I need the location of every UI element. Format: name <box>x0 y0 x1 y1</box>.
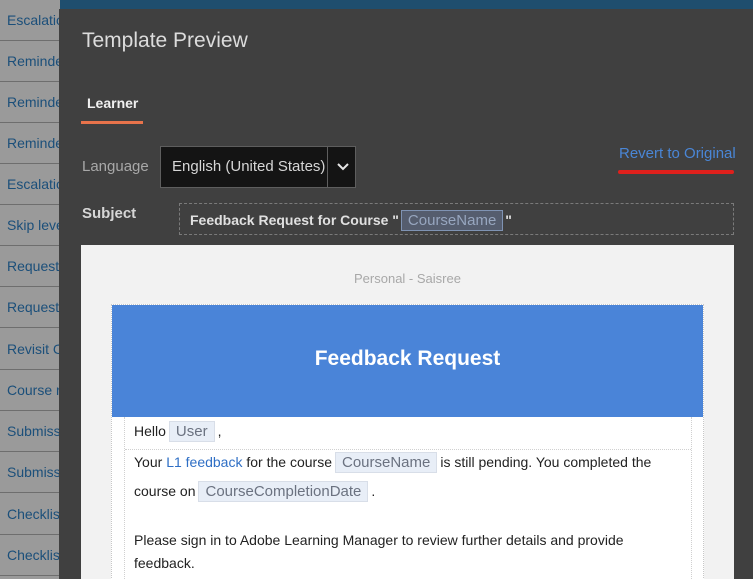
line1-suffix: is still pending. You completed the <box>440 454 652 470</box>
divider <box>125 449 691 450</box>
select-divider <box>327 147 328 187</box>
body-line-1: Your L1 feedback for the course CourseNam… <box>134 452 651 473</box>
list-item[interactable]: Reminder <box>0 123 60 164</box>
list-item[interactable]: Revisit C <box>0 329 60 370</box>
list-item[interactable]: Escalation <box>0 0 60 41</box>
greeting-text: Hello <box>134 423 166 439</box>
language-select[interactable]: English (United States) <box>160 146 356 188</box>
subject-prefix: Feedback Request for Course " <box>190 212 399 228</box>
modal-title: Template Preview <box>82 29 248 52</box>
tab-learner[interactable]: Learner <box>81 93 143 126</box>
body-line-3: Please sign in to Adobe Learning Manager… <box>134 532 624 548</box>
line2-suffix: . <box>371 483 376 499</box>
language-value: English (United States) <box>172 158 326 175</box>
greeting-line: Hello User, <box>134 421 221 442</box>
chevron-down-icon <box>337 163 349 171</box>
subject-label: Subject <box>82 205 137 222</box>
language-label: Language <box>82 158 149 175</box>
email-body: Hello User, Your L1 feedback for the cour… <box>124 417 692 579</box>
list-item[interactable]: Submission <box>0 411 60 452</box>
body-line-4: feedback. <box>134 555 195 571</box>
list-item[interactable]: Checklist <box>0 535 60 576</box>
list-item[interactable]: Checklist <box>0 494 60 535</box>
revert-to-original-link[interactable]: Revert to Original <box>619 145 736 162</box>
email-card: Feedback Request Hello User, Your L1 feed… <box>111 304 704 579</box>
course-completion-date-token[interactable]: CourseCompletionDate <box>198 481 369 502</box>
active-tab-indicator <box>81 121 143 124</box>
list-item[interactable]: Course r <box>0 370 60 411</box>
subject-placeholder-token[interactable]: CourseName <box>400 210 504 231</box>
subject-text: Feedback Request for Course " CourseName " <box>190 210 512 231</box>
list-item[interactable]: Request <box>0 287 60 328</box>
line1-mid: for the course <box>246 454 332 470</box>
list-item[interactable]: Escalation <box>0 164 60 205</box>
subject-suffix: " <box>505 212 512 228</box>
email-banner: Feedback Request <box>112 305 703 417</box>
list-item[interactable]: Submission <box>0 452 60 493</box>
line2-prefix: course on <box>134 483 196 499</box>
list-item[interactable]: Reminder <box>0 41 60 82</box>
email-heading: Feedback Request <box>314 347 501 370</box>
list-item[interactable]: Reminder <box>0 82 60 123</box>
list-item[interactable]: Request <box>0 246 60 287</box>
subject-field[interactable]: Feedback Request for Course " CourseName " <box>179 203 734 235</box>
course-name-token[interactable]: CourseName <box>334 452 438 473</box>
line1-prefix: Your <box>134 454 163 470</box>
user-token[interactable]: User <box>168 421 215 442</box>
greeting-suffix: , <box>217 423 222 439</box>
email-preview: Personal - Saisree Feedback Request Hell… <box>81 245 734 579</box>
email-sender: Personal - Saisree <box>354 271 461 286</box>
body-line-2: course on CourseCompletionDate. <box>134 481 375 502</box>
list-item[interactable]: Skip level <box>0 205 60 246</box>
background-list: Escalation Reminder Reminder Reminder Es… <box>0 0 60 579</box>
tab-label: Learner <box>87 95 139 111</box>
highlight-underline <box>618 170 734 174</box>
l1-feedback-link[interactable]: L1 feedback <box>166 454 242 470</box>
template-preview-modal: Template Preview Learner Language Englis… <box>59 9 753 579</box>
top-bar <box>0 0 753 9</box>
